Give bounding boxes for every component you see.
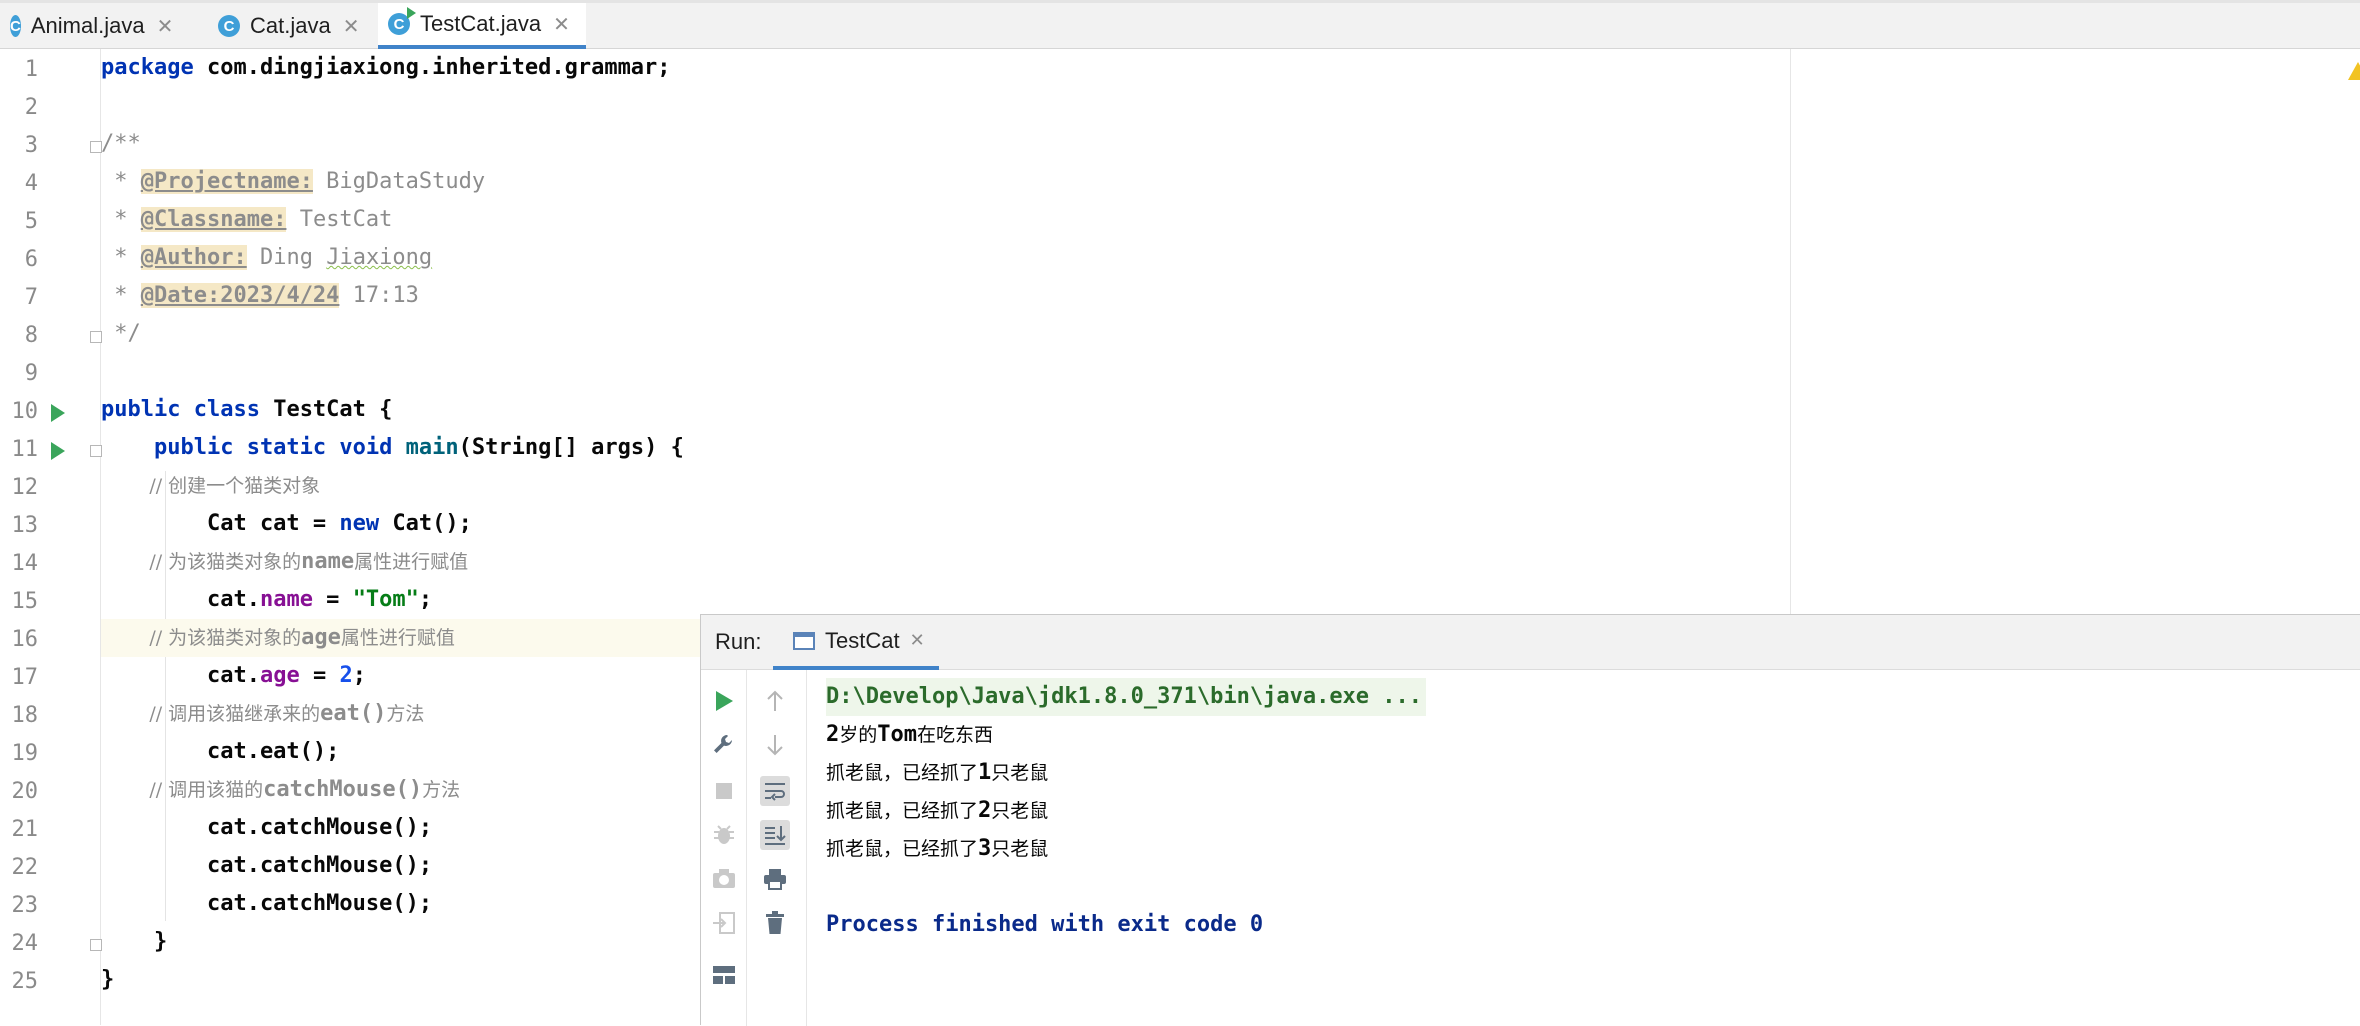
line-number: 4 [24,171,38,196]
console-command-line: D:\Develop\Java\jdk1.8.0_371\bin\java.ex… [826,678,1427,716]
line-number: 21 [11,817,39,842]
console-exit-line: Process finished with exit code 0 [826,912,1264,937]
line-number: 1 [24,57,38,82]
console-line: 2岁的Tom在吃东西 [826,722,994,747]
line-number: 15 [11,589,39,614]
line-number: 9 [24,361,38,386]
line-number: 6 [24,247,38,272]
right-margin-guide [1790,49,1791,615]
tab-testcat-java[interactable]: C TestCat.java ✕ [378,3,586,49]
close-icon[interactable]: ✕ [910,630,925,651]
line-number: 20 [11,779,39,804]
warning-icon[interactable] [2348,62,2360,80]
line-number: 3 [24,133,38,158]
tab-label: TestCat.java [420,11,542,36]
run-toolbar-primary [701,670,747,1026]
console-line: 抓老鼠，已经抓了1只老鼠 [826,760,1049,785]
line-number: 11 [11,437,39,462]
line-number: 2 [24,95,38,120]
run-tab-testcat[interactable]: TestCat ✕ [773,615,939,670]
close-icon[interactable]: ✕ [157,14,174,39]
close-icon[interactable]: ✕ [553,12,570,37]
line-number: 12 [11,475,39,500]
line-number: 14 [11,551,39,576]
code-line: */ [101,321,141,346]
tab-cat-java[interactable]: C Cat.java ✕ [218,3,378,49]
tab-label: Cat.java [250,13,331,38]
code-line: * @Classname: TestCat [101,207,393,232]
console-icon [793,631,815,650]
tab-animal-java[interactable]: C Animal.java ✕ [10,3,173,49]
arrow-down-icon[interactable] [760,730,790,760]
console-line: 抓老鼠，已经抓了3只老鼠 [826,836,1049,861]
class-icon: C [10,15,21,37]
line-number: 16 [11,627,39,652]
line-number: 17 [11,665,39,690]
console-output[interactable]: D:\Develop\Java\jdk1.8.0_371\bin\java.ex… [806,670,2360,1026]
login-exit-icon[interactable] [709,908,739,938]
rerun-icon[interactable] [709,686,739,716]
tab-label: Animal.java [30,13,145,38]
code-line: public static void main(String[] args) { [101,435,684,460]
code-line: Cat cat = new Cat(); [101,511,472,536]
line-number: 25 [11,969,39,994]
print-icon[interactable] [760,864,790,894]
layout-icon[interactable] [709,960,739,990]
trash-icon[interactable] [760,908,790,938]
stop-icon[interactable] [709,776,739,806]
run-label: Run: [715,629,762,654]
runnable-class-icon: C [388,7,416,35]
run-main-icon[interactable] [51,442,65,460]
close-icon[interactable]: ✕ [343,14,360,39]
editor-gutter: 1 2 3 4 5 6 7 8 9 10 11 12 13 14 15 16 1… [0,49,142,1025]
wrench-icon[interactable] [709,730,739,760]
console-line: 抓老鼠，已经抓了2只老鼠 [826,798,1049,823]
soft-wrap-icon[interactable] [760,776,790,806]
run-header: Run: TestCat ✕ [701,615,2360,670]
run-toolbar-secondary [746,670,807,1026]
arrow-up-icon[interactable] [760,686,790,716]
run-class-icon[interactable] [51,404,65,422]
code-line: * @Projectname: BigDataStudy [101,169,486,194]
code-line: /** [101,131,141,156]
line-number: 19 [11,741,39,766]
code-line: * @Author: Ding Jiaxiong [101,245,433,270]
line-number: 7 [24,285,38,310]
code-line: public class TestCat { [101,397,393,422]
line-number: 5 [24,209,38,234]
line-number: 13 [11,513,39,538]
run-tool-window: Run: TestCat ✕ D:\Develop\Java\jdk1.8.0_… [700,614,2360,1026]
line-number: 8 [24,323,38,348]
code-line: // 创建一个猫类对象 [101,475,321,497]
editor-tab-bar: C Animal.java ✕ C Cat.java ✕ C TestCat.j… [0,0,2360,49]
line-number: 18 [11,703,39,728]
debug-bug-icon[interactable] [709,820,739,850]
line-number: 23 [11,893,39,918]
class-icon: C [218,15,240,37]
line-number: 22 [11,855,39,880]
run-tab-label: TestCat [825,627,900,653]
code-line: // 为该猫类对象的name属性进行赋值 [101,549,469,574]
camera-icon[interactable] [709,864,739,894]
scroll-to-end-icon[interactable] [760,820,790,850]
code-line: * @Date:2023/4/24 17:13 [101,283,419,308]
code-line: package com.dingjiaxiong.inherited.gramm… [101,55,671,80]
line-number: 24 [11,931,39,956]
line-number: 10 [11,399,39,424]
